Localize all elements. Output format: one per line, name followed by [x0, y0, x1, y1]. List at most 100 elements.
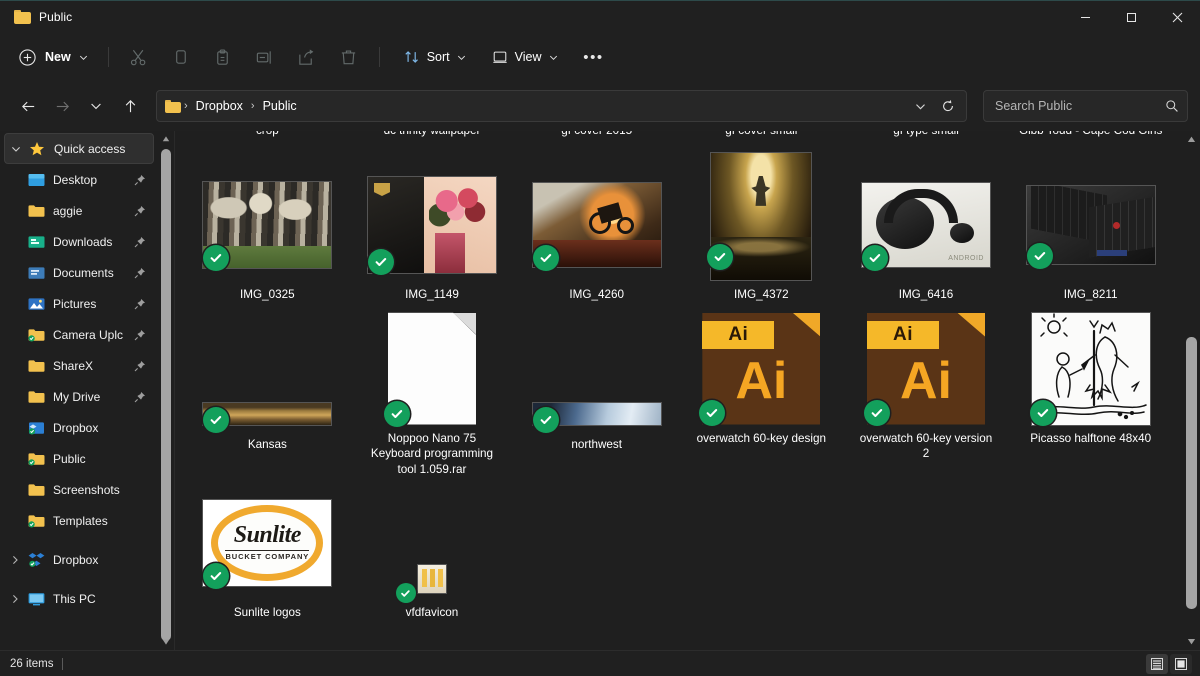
new-button[interactable]: New: [12, 41, 98, 73]
item-count: 26 items: [10, 658, 53, 670]
chevron-down-icon: [549, 53, 558, 62]
sidebar-item-dropbox-folder[interactable]: Dropbox: [4, 412, 154, 443]
file-item[interactable]: Ai Ai overwatch 60-key version 2: [844, 309, 1009, 484]
content-scrollbar[interactable]: [1183, 131, 1200, 650]
downloads-icon: [26, 235, 46, 249]
file-name: IMG_1149: [405, 287, 459, 303]
copy-icon: [171, 48, 190, 67]
forward-button[interactable]: [46, 90, 78, 122]
pin-icon[interactable]: [134, 360, 148, 372]
breadcrumb-dropbox[interactable]: Dropbox: [189, 95, 250, 117]
sidebar-item-public[interactable]: Public: [4, 443, 154, 474]
copy-button[interactable]: [161, 41, 201, 73]
sidebar-label: Desktop: [53, 173, 134, 187]
sidebar-item-pictures[interactable]: Pictures: [4, 288, 154, 319]
chevron-down-icon[interactable]: [5, 144, 27, 154]
more-options-button[interactable]: •••: [576, 41, 612, 73]
file-item[interactable]: IMG_0325: [185, 165, 350, 309]
clipped-caption: gf type small: [844, 131, 1009, 165]
sidebar-item-templates[interactable]: Templates: [4, 505, 154, 536]
scroll-up-icon[interactable]: [1183, 131, 1200, 148]
sync-check-badge: [1027, 243, 1053, 269]
navigation-pane: Quick access Desktop: [0, 131, 175, 650]
recent-locations-button[interactable]: [80, 90, 112, 122]
view-button[interactable]: View: [482, 41, 568, 73]
file-item[interactable]: IMG_8211: [1008, 165, 1173, 309]
chevron-right-icon[interactable]: [4, 594, 26, 604]
sidebar-item-downloads[interactable]: Downloads: [4, 226, 154, 257]
sidebar-item-camera-uploads[interactable]: Camera Uplc: [4, 319, 154, 350]
file-item[interactable]: ANDROID IMG_6416: [844, 165, 1009, 309]
file-name: Sunlite logos: [234, 605, 301, 621]
scroll-down-icon[interactable]: [158, 634, 174, 650]
scroll-down-icon[interactable]: [1183, 633, 1200, 650]
paste-button[interactable]: [203, 41, 243, 73]
folder-icon: [14, 10, 31, 24]
pin-icon[interactable]: [134, 329, 148, 341]
pc-icon: [26, 592, 46, 606]
file-name: overwatch 60-key version 2: [856, 431, 996, 462]
pin-icon[interactable]: [134, 391, 148, 403]
back-button[interactable]: [12, 90, 44, 122]
sidebar-item-aggie[interactable]: aggie: [4, 195, 154, 226]
refresh-icon: [941, 99, 955, 113]
pin-icon[interactable]: [134, 236, 148, 248]
rename-icon: [255, 48, 274, 67]
file-item[interactable]: IMG_4372: [679, 165, 844, 309]
file-item[interactable]: Noppoo Nano 75 Keyboard programming tool…: [350, 309, 515, 484]
sync-check-badge: [1030, 400, 1056, 426]
file-list-view[interactable]: crop dc trinity wallpaper gf cover 2015 …: [175, 131, 1200, 650]
sidebar-item-quick-access[interactable]: Quick access: [4, 133, 154, 164]
sidebar-item-desktop[interactable]: Desktop: [4, 164, 154, 195]
file-item[interactable]: Ai Ai overwatch 60-key design: [679, 309, 844, 484]
large-icons-view-button[interactable]: [1170, 654, 1192, 674]
thumbnail-container: ANDROID: [860, 169, 992, 281]
sidebar-item-screenshots[interactable]: Screenshots: [4, 474, 154, 505]
minimize-button[interactable]: [1062, 1, 1108, 34]
details-view-button[interactable]: [1146, 654, 1168, 674]
chevron-right-icon[interactable]: [4, 555, 26, 565]
sidebar-item-documents[interactable]: Documents: [4, 257, 154, 288]
pin-icon[interactable]: [134, 267, 148, 279]
sidebar-scroll-thumb[interactable]: [161, 149, 171, 641]
sidebar-item-my-drive[interactable]: My Drive: [4, 381, 154, 412]
scroll-up-icon[interactable]: [158, 131, 174, 147]
rename-button[interactable]: [245, 41, 285, 73]
sidebar-scrollbar[interactable]: [158, 131, 174, 650]
breadcrumb-public[interactable]: Public: [256, 95, 304, 117]
pin-icon[interactable]: [134, 174, 148, 186]
sidebar-item-this-pc[interactable]: This PC: [4, 583, 154, 614]
cut-button[interactable]: [119, 41, 159, 73]
sort-button[interactable]: Sort: [394, 41, 476, 73]
ai-ribbon-label: Ai: [867, 321, 939, 349]
close-button[interactable]: [1154, 1, 1200, 34]
pin-icon[interactable]: [134, 298, 148, 310]
file-item[interactable]: Kansas: [185, 309, 350, 484]
address-bar[interactable]: › Dropbox › Public: [156, 90, 967, 122]
file-item[interactable]: vfdfavicon: [350, 483, 515, 627]
sidebar-item-sharex[interactable]: ShareX: [4, 350, 154, 381]
file-item[interactable]: IMG_4260: [514, 165, 679, 309]
pin-icon[interactable]: [134, 205, 148, 217]
sidebar-label: Dropbox: [53, 421, 148, 435]
sync-check-badge: [864, 400, 890, 426]
delete-button[interactable]: [329, 41, 369, 73]
folder-icon: [26, 359, 46, 373]
file-item[interactable]: Picasso halftone 48x40: [1008, 309, 1173, 484]
up-button[interactable]: [114, 90, 146, 122]
refresh-button[interactable]: [934, 93, 962, 119]
sidebar-item-dropbox-root[interactable]: Dropbox: [4, 544, 154, 575]
search-input[interactable]: [995, 99, 1165, 113]
file-item[interactable]: northwest: [514, 309, 679, 484]
file-item[interactable]: IMG_1149: [350, 165, 515, 309]
file-item[interactable]: Sunlite BUCKET COMPANY Sunlite logos: [185, 483, 350, 627]
address-dropdown-button[interactable]: [906, 93, 934, 119]
maximize-button[interactable]: [1108, 1, 1154, 34]
sidebar-label: Screenshots: [53, 483, 148, 497]
share-button[interactable]: [287, 41, 327, 73]
desktop-icon: [26, 173, 46, 187]
breadcrumb-separator: ›: [183, 100, 189, 112]
content-scroll-thumb[interactable]: [1186, 337, 1197, 609]
search-box[interactable]: [983, 90, 1188, 122]
chevron-down-icon: [915, 101, 926, 112]
